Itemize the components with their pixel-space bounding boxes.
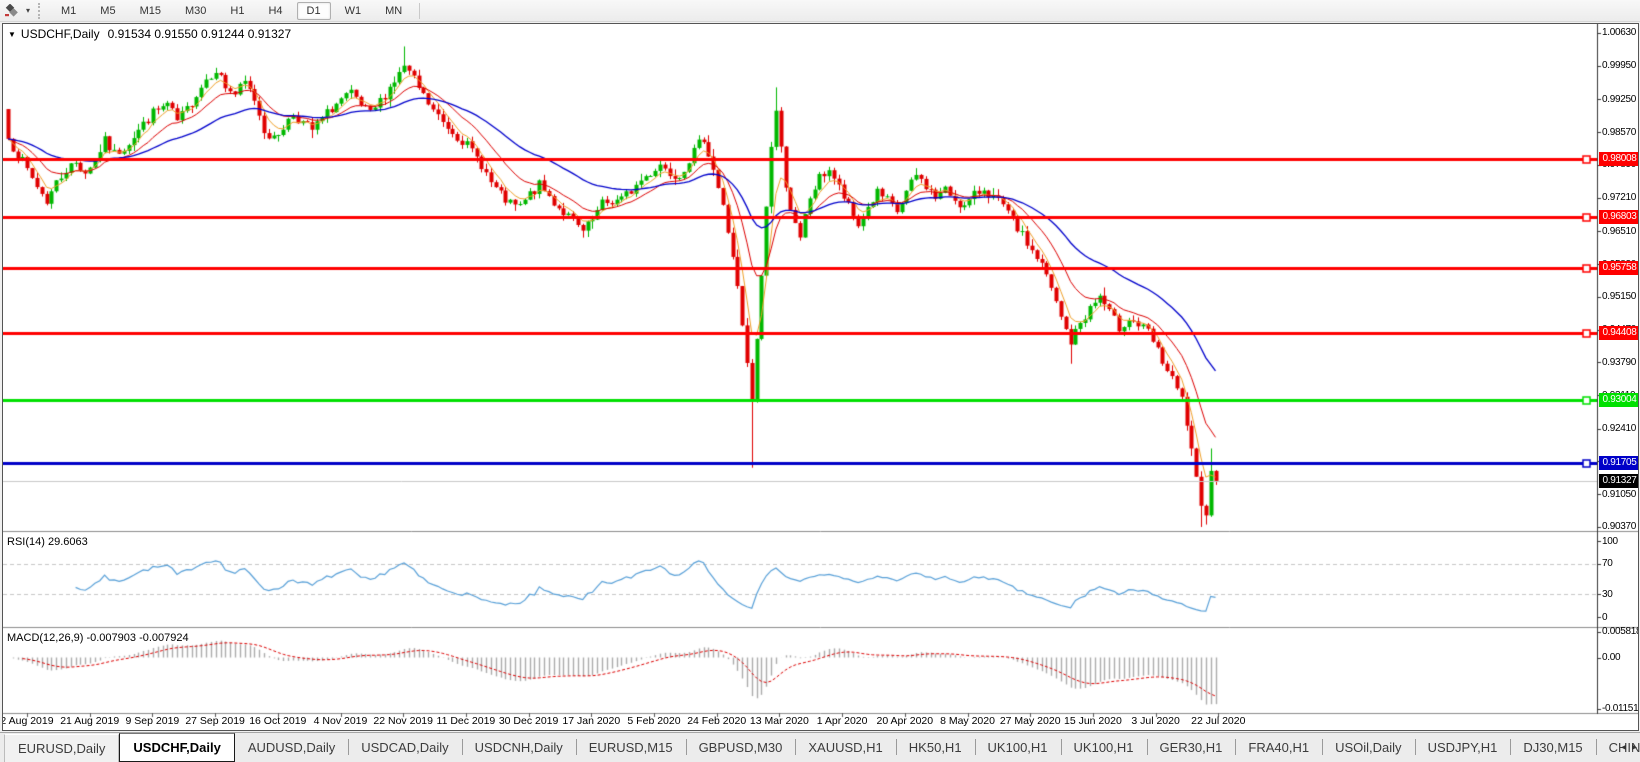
tab-usdcad-daily[interactable]: USDCAD,Daily (348, 732, 461, 762)
tab-usoil-daily[interactable]: USOil,Daily (1322, 732, 1414, 762)
tab-usdjpy-h1[interactable]: USDJPY,H1 (1414, 732, 1511, 762)
tab-uk100-h1[interactable]: UK100,H1 (974, 732, 1061, 762)
scroll-left-icon[interactable]: ◂ (1621, 742, 1626, 753)
tab-fra40-h1[interactable]: FRA40,H1 (1235, 732, 1322, 762)
chart-canvas[interactable] (3, 24, 1638, 730)
tab-uk100-h1[interactable]: UK100,H1 (1060, 732, 1147, 762)
tab-eurusd-m15[interactable]: EURUSD,M15 (575, 732, 686, 762)
timeframe-button-w1[interactable]: W1 (335, 2, 372, 20)
tab-dj30-m15[interactable]: DJ30,M15 (1510, 732, 1595, 762)
timeframe-button-h4[interactable]: H4 (258, 2, 292, 20)
timeframe-button-m1[interactable]: M1 (51, 2, 86, 20)
chart-objects-icon[interactable] (0, 1, 22, 21)
tab-usdchf-daily[interactable]: USDCHF,Daily (119, 733, 235, 762)
tab-gbpusd-m30[interactable]: GBPUSD,M30 (685, 732, 796, 762)
chart-window: ▼ USDCHF,Daily 0.91534 0.91550 0.91244 0.9… (2, 23, 1639, 731)
toolbar-grip (38, 2, 45, 19)
timeframe-button-m30[interactable]: M30 (175, 2, 216, 20)
timeframe-button-h1[interactable]: H1 (220, 2, 254, 20)
tab-hk50-h1[interactable]: HK50,H1 (895, 732, 975, 762)
chart-tab-bar: EURUSD,Daily USDCHF,Daily AUDUSD,Daily USDC… (0, 732, 1640, 762)
timeframe-button-m5[interactable]: M5 (90, 2, 125, 20)
toolbar-separator (419, 2, 421, 19)
top-toolbar: ▾ M1 M5 M15 M30 H1 H4 D1 W1 MN (0, 0, 1640, 22)
tab-eurusd-daily[interactable]: EURUSD,Daily (4, 734, 120, 762)
tab-ger30-h1[interactable]: GER30,H1 (1146, 732, 1236, 762)
scroll-right-icon[interactable]: ▸ (1632, 742, 1637, 753)
tab-xauusd-h1[interactable]: XAUUSD,H1 (795, 732, 895, 762)
timeframe-button-mn[interactable]: MN (375, 2, 412, 20)
chevron-down-icon[interactable]: ▾ (22, 1, 34, 21)
timeframe-button-d1[interactable]: D1 (296, 1, 331, 20)
tab-usdcnh-daily[interactable]: USDCNH,Daily (461, 732, 576, 762)
timeframe-button-m15[interactable]: M15 (130, 2, 171, 20)
tab-audusd-daily[interactable]: AUDUSD,Daily (235, 732, 348, 762)
